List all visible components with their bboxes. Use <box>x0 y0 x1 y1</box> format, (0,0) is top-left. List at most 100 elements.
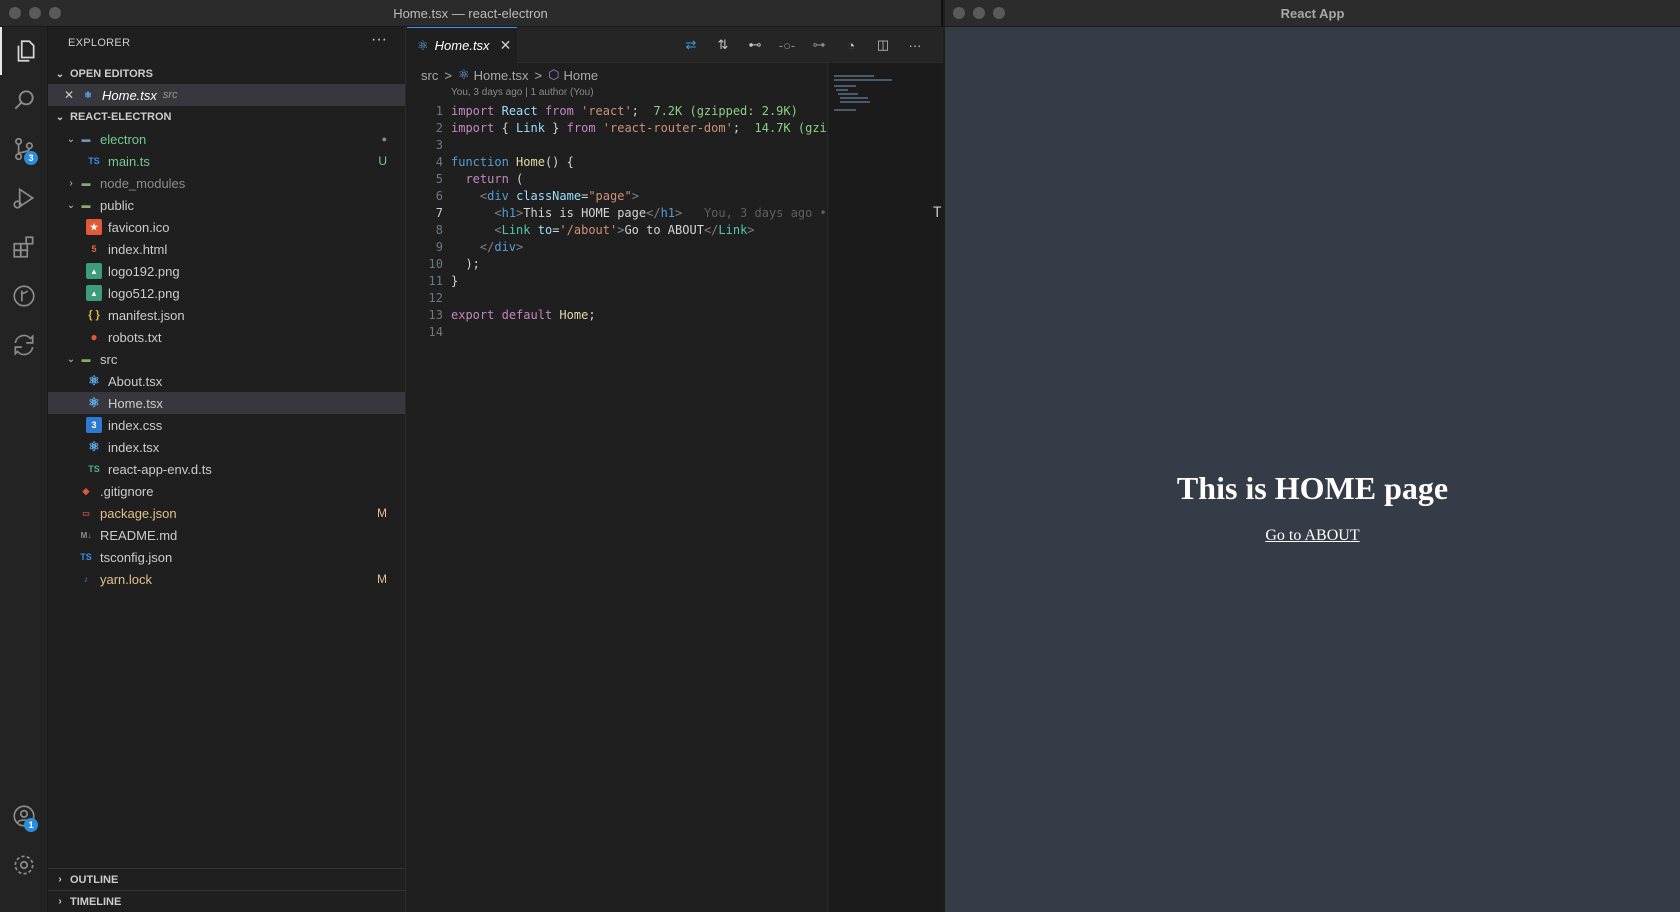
line-number: 10 <box>428 257 443 271</box>
git-icon: ◆ <box>82 485 90 496</box>
next-commit-button[interactable]: ⊶ <box>810 36 828 54</box>
react-icon: ⚛ <box>83 89 93 100</box>
accounts-activity[interactable]: 1 <box>0 792 48 840</box>
tree-file-main-ts[interactable]: TS main.ts U <box>48 150 405 172</box>
app-titlebar: React App <box>945 0 1680 27</box>
git-graph-activity[interactable] <box>0 272 48 320</box>
project-header[interactable]: ⌄ REACT-ELECTRON <box>48 106 405 128</box>
breadcrumb-src[interactable]: src <box>421 68 438 83</box>
code-line-11: } <box>451 274 459 288</box>
tree-item-label: index.css <box>108 417 163 433</box>
blame-codelens[interactable]: You, 3 days ago | 1 author (You) <box>451 87 594 98</box>
commit-button[interactable]: -○- <box>778 36 796 54</box>
extensions-activity[interactable] <box>0 223 48 271</box>
minimap-line <box>834 85 856 87</box>
tree-file-favicon[interactable]: ★ favicon.ico <box>48 216 405 238</box>
tree-file-tsconfig[interactable]: TS tsconfig.json <box>48 546 405 568</box>
tree-item-label: logo512.png <box>108 285 180 301</box>
go-to-about-link[interactable]: Go to ABOUT <box>1265 527 1359 544</box>
explorer-title: EXPLORER <box>68 37 131 49</box>
outline-header[interactable]: › OUTLINE <box>48 868 405 890</box>
folder-icon: ▬ <box>81 178 91 188</box>
file-history-button[interactable]: ◔ <box>842 36 860 54</box>
npm-icon: ▭ <box>82 508 90 518</box>
tree-item-label: public <box>100 197 134 213</box>
react-icon: ⚛ <box>457 67 470 82</box>
sync-changes-button[interactable]: ⇄ <box>682 36 700 54</box>
line-number: 1 <box>435 104 443 118</box>
split-editor-button[interactable]: ◫ <box>874 36 892 54</box>
tree-file-index-css[interactable]: 3 index.css <box>48 414 405 436</box>
explorer-more-button[interactable]: ··· <box>371 31 387 49</box>
tree-file-readme[interactable]: M↓ README.md <box>48 524 405 546</box>
tree-folder-src[interactable]: ⌄ ▬ src <box>48 348 405 370</box>
tree-item-label: react-app-env.d.ts <box>108 461 212 477</box>
code-line-5: return ( <box>465 172 524 186</box>
minimap-line <box>836 89 848 91</box>
remote-sync-activity[interactable] <box>0 321 48 369</box>
robot-icon: ● <box>90 330 98 344</box>
tree-file-index-html[interactable]: 5 index.html <box>48 238 405 260</box>
source-control-activity[interactable]: 3 <box>0 125 48 173</box>
editor-group: ⚛ Home.tsx ✕ ⇄ ⇅ ⊷ -○- ⊶ ◔ ◫ ··· src > ⚛… <box>407 27 943 912</box>
tree-file-yarn-lock[interactable]: ♪ yarn.lock M <box>48 568 405 590</box>
line-number: 6 <box>435 189 443 203</box>
tree-folder-node-modules[interactable]: › ▬ node_modules <box>48 172 405 194</box>
chevron-down-icon: ⌄ <box>55 68 65 80</box>
tree-item-label: package.json <box>100 505 177 521</box>
minimap-line <box>834 75 874 77</box>
line-number: 14 <box>428 325 443 339</box>
breadcrumb-file[interactable]: Home.tsx <box>474 68 529 83</box>
tree-file-home[interactable]: ⚛ Home.tsx <box>48 392 405 414</box>
minimap-line <box>840 97 868 99</box>
previous-commit-button[interactable]: ⊷ <box>746 36 764 54</box>
sync-icon: ⇄ <box>685 37 697 52</box>
code-line-13: export default Home; <box>451 308 596 322</box>
line-number: 8 <box>435 223 443 237</box>
line-number: 9 <box>435 240 443 254</box>
chevron-right-icon: › <box>58 874 62 885</box>
breadcrumb-separator: > <box>444 67 452 83</box>
tab-home-tsx[interactable]: ⚛ Home.tsx ✕ <box>407 27 517 63</box>
open-changes-button[interactable]: ⇅ <box>714 36 732 54</box>
timeline-header[interactable]: › TIMELINE <box>48 890 405 912</box>
breadcrumb-symbol[interactable]: Home <box>563 68 598 83</box>
tree-item-label: node_modules <box>100 175 186 191</box>
open-editor-item[interactable]: ✕ ⚛ Home.tsx src <box>48 84 405 106</box>
chevron-right-icon: › <box>58 896 62 907</box>
vscode-titlebar: Home.tsx — react-electron <box>0 0 941 27</box>
tree-file-robots[interactable]: ● robots.txt <box>48 326 405 348</box>
manage-activity[interactable] <box>0 841 48 889</box>
tree-file-react-app-env[interactable]: TS react-app-env.d.ts <box>48 458 405 480</box>
explorer-activity[interactable] <box>0 27 48 75</box>
close-editor-icon[interactable]: ✕ <box>48 88 74 102</box>
tree-file-index-tsx[interactable]: ⚛ index.tsx <box>48 436 405 458</box>
tree-file-manifest[interactable]: { } manifest.json <box>48 304 405 326</box>
code-line-4: function Home() { <box>451 155 574 169</box>
react-app-window: React App This is HOME page Go to ABOUT <box>945 0 1680 912</box>
search-icon <box>14 90 34 110</box>
search-activity[interactable] <box>0 76 48 124</box>
git-status-badge: M <box>377 506 387 520</box>
tree-item-label: tsconfig.json <box>100 549 173 565</box>
code-line-6: <div className="page"> <box>479 189 639 203</box>
git-status-badge: U <box>378 154 387 168</box>
close-tab-icon[interactable]: ✕ <box>500 37 512 54</box>
tree-folder-electron[interactable]: ⌄ ▬ electron ● <box>48 128 405 150</box>
open-editors-header[interactable]: ⌄ OPEN EDITORS <box>48 63 405 85</box>
tree-file-about[interactable]: ⚛ About.tsx <box>48 370 405 392</box>
more-actions-button[interactable]: ··· <box>906 36 924 54</box>
tree-folder-public[interactable]: ⌄ ▬ public <box>48 194 405 216</box>
explorer-sidebar: EXPLORER ··· ⌄ OPEN EDITORS ✕ ⚛ Home.tsx… <box>48 27 406 912</box>
tree-file-package-json[interactable]: ▭ package.json M <box>48 502 405 524</box>
code-line-8: <Link to='/about'>Go to ABOUT</Link> <box>494 223 755 237</box>
run-debug-activity[interactable] <box>0 174 48 222</box>
line-number: 13 <box>428 308 443 322</box>
line-number: 2 <box>435 121 443 135</box>
chevron-down-icon: ⌄ <box>66 133 76 145</box>
tree-file-logo192[interactable]: ▲ logo192.png <box>48 260 405 282</box>
tree-file-gitignore[interactable]: ◆ .gitignore <box>48 480 405 502</box>
minimap[interactable]: T <box>827 63 943 912</box>
tree-file-logo512[interactable]: ▲ logo512.png <box>48 282 405 304</box>
chevron-down-icon: ⌄ <box>66 199 76 211</box>
